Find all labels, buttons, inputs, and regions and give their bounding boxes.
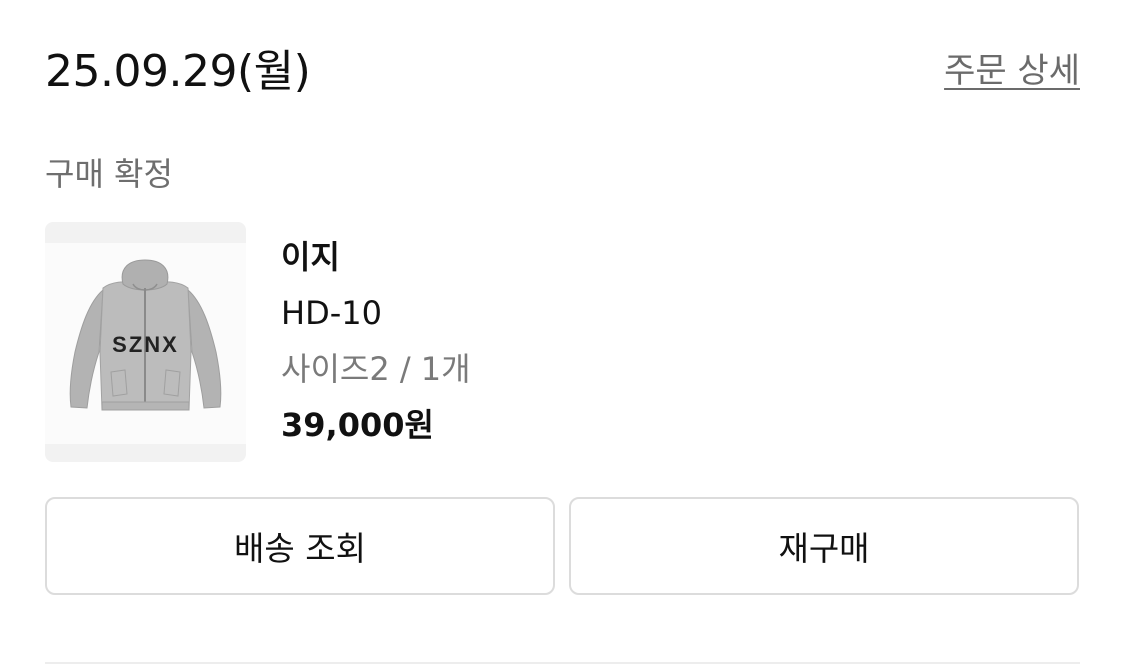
product-info[interactable]: 이지 HD-10 사이즈2 / 1개 39,000원 [281, 232, 471, 450]
order-date: 25.09.29(월) [45, 46, 311, 97]
divider [45, 662, 1080, 664]
order-card: 25.09.29(월) 주문 상세 구매 확정 SZNX 이지 HD-10 사이… [0, 0, 1125, 667]
product-image-print: SZNX [112, 332, 179, 357]
delivery-tracking-button[interactable]: 배송 조회 [45, 497, 555, 595]
product-price: 39,000원 [281, 406, 434, 444]
order-status: 구매 확정 [45, 155, 173, 193]
product-name: HD-10 [281, 294, 382, 332]
order-detail-link[interactable]: 주문 상세 [944, 48, 1080, 94]
product-option: 사이즈2 / 1개 [281, 350, 471, 388]
product-image[interactable]: SZNX [45, 222, 246, 462]
product-brand: 이지 [281, 238, 340, 276]
reorder-button[interactable]: 재구매 [569, 497, 1079, 595]
